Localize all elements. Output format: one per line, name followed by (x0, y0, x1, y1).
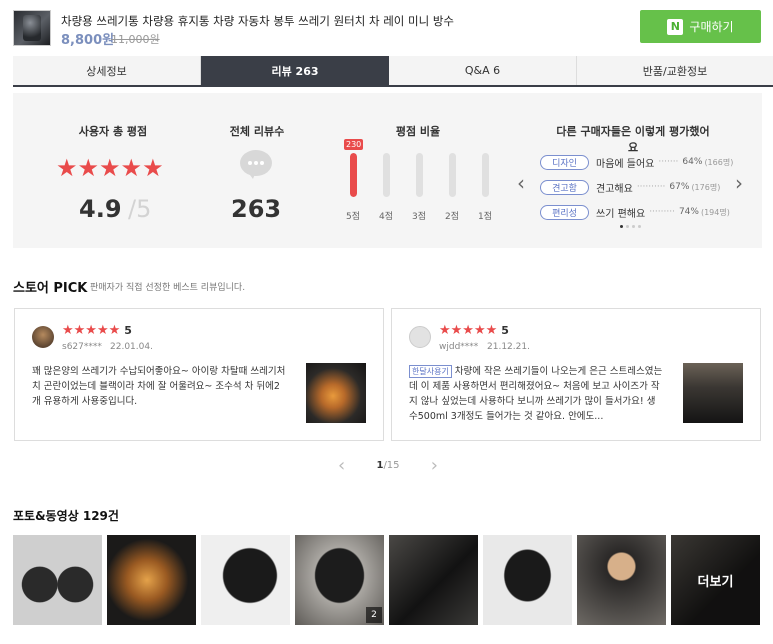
buy-button[interactable]: N 구매하기 (640, 10, 761, 43)
pick-review-card[interactable]: ★★★★★ 5 wjdd**** 21.12.21. 한달사용기 차량에 작은 쓰… (391, 308, 761, 441)
rating-bar (350, 153, 357, 197)
page-indicator: 1/15 (376, 460, 399, 471)
dotted-leader: ········· (649, 207, 675, 217)
avg-rating-label: 사용자 총 평점 (78, 125, 148, 138)
naver-pay-icon: N (667, 18, 684, 35)
review-date: 21.12.21. (487, 342, 530, 352)
evaluation-row: 견고함 견고해요 ·········· 67% (176명) (540, 179, 720, 195)
avg-rating-max: /5 (128, 195, 152, 223)
gallery-photo[interactable] (389, 535, 478, 625)
tab-qna[interactable]: Q&A 6 (389, 56, 577, 85)
speech-bubble-icon (240, 150, 272, 179)
review-date: 22.01.04. (110, 342, 153, 352)
rating-bar-label: 1점 (477, 212, 492, 222)
evaluation-text: 견고해요 (596, 183, 633, 195)
gallery-photo[interactable]: 2 (295, 535, 384, 625)
gallery-photo[interactable] (201, 535, 290, 625)
product-header: 차량용 쓰레기통 차량용 휴지통 차량 자동차 봉투 쓰레기 원터치 차 레이 … (0, 0, 773, 56)
review-count-label: 전체 리뷰수 (229, 125, 285, 138)
avg-rating-stars: ★★★★★ (56, 156, 164, 180)
gallery-photo[interactable] (13, 535, 102, 625)
rating-bar-label: 2점 (444, 212, 459, 222)
review-user: wjdd**** (439, 342, 479, 352)
gallery-photo[interactable] (107, 535, 196, 625)
gallery-photo[interactable] (577, 535, 666, 625)
evaluation-percent: 64% (682, 157, 703, 167)
review-text: 꽤 많은양의 쓰레기가 수납되어좋아요~ 아이랑 차탈때 쓰레기처치 곤란이었는… (32, 366, 286, 407)
store-pick-title: 스토어 PICK (13, 281, 88, 296)
evaluation-text: 마음에 들어요 (596, 158, 655, 170)
star-icons: ★★★★★ (439, 323, 498, 338)
review-option-tag: 한달사용기 (409, 365, 452, 378)
review-photo[interactable] (683, 363, 743, 423)
evaluation-percent: 67% (669, 182, 690, 192)
photo-video-title: 포토&동영상 129건 (13, 509, 119, 523)
photo-count-badge: 2 (366, 607, 382, 623)
rating-bar-label: 5점 (345, 212, 360, 222)
chevron-right-icon[interactable]: › (735, 173, 743, 193)
pick-review-card[interactable]: ★★★★★ 5 s627**** 22.01.04. 꽤 많은양의 쓰레기가 수… (14, 308, 384, 441)
tab-reviews[interactable]: 리뷰 263 (201, 56, 389, 85)
review-score: 5 (124, 324, 132, 337)
evaluation-count: (176명) (691, 182, 721, 192)
carousel-dots[interactable] (620, 225, 641, 228)
product-original-price: 11,000원 (111, 33, 160, 46)
chevron-left-icon[interactable]: ‹ (517, 173, 525, 193)
evaluation-text: 쓰기 편해요 (596, 208, 646, 220)
product-price: 8,800원 (61, 33, 115, 48)
chevron-left-icon[interactable]: ‹ (338, 455, 345, 476)
rating-ratio-label: 평점 비율 (395, 125, 441, 138)
rating-bar (416, 153, 423, 197)
avatar (32, 326, 54, 348)
store-pick-subtitle: 판매자가 직접 선정한 베스트 리뷰입니다. (90, 283, 246, 293)
review-summary: 사용자 총 평점 ★★★★★ 4.9 /5 전체 리뷰수 263 평점 비율 2… (13, 93, 762, 248)
chevron-right-icon[interactable]: › (431, 455, 438, 476)
evaluation-row: 디자인 마음에 들어요 ······· 64% (166명) (540, 154, 733, 170)
evaluation-count: (194명) (700, 207, 730, 217)
tab-detail[interactable]: 상세정보 (13, 56, 201, 85)
evaluation-percent: 74% (678, 207, 699, 217)
dotted-leader: ·········· (636, 182, 666, 192)
evaluation-tag: 편리성 (540, 204, 589, 220)
star-icons: ★★★★★ (56, 154, 164, 182)
rating-bar-fill (350, 153, 357, 197)
photo-gallery: 2 더보기 (13, 535, 760, 625)
gallery-photo[interactable] (483, 535, 572, 625)
dotted-leader: ······· (658, 157, 679, 167)
product-tabs: 상세정보 리뷰 263 Q&A 6 반품/교환정보 (13, 56, 773, 87)
review-score: 5 (501, 324, 509, 337)
star-icons: ★★★★★ (62, 323, 121, 338)
review-text: 한달사용기 차량에 작은 쓰레기들이 나오는게 은근 스트레스였는데 이 제품 사… (409, 364, 664, 424)
tab-return-info[interactable]: 반품/교환정보 (577, 56, 773, 85)
rating-bar-label: 3점 (411, 212, 426, 222)
product-thumbnail[interactable] (13, 10, 51, 46)
evaluation-row: 편리성 쓰기 편해요 ········· 74% (194명) (540, 204, 730, 220)
rating-bar-label: 4점 (378, 212, 393, 222)
review-user: s627**** (62, 342, 102, 352)
evaluation-count: (166명) (704, 157, 734, 167)
other-buyers-label: 다른 구매자들은 이렇게 평가했어요 (556, 125, 710, 154)
gallery-photo-more[interactable]: 더보기 (671, 535, 760, 625)
pick-pagination: ‹ 1/15 › (338, 455, 438, 476)
evaluation-tag: 디자인 (540, 154, 589, 170)
review-rating: ★★★★★ 5 (439, 324, 509, 337)
buy-button-label: 구매하기 (689, 20, 734, 34)
rating-count-badge: 230 (344, 139, 364, 150)
review-count-value: 263 (231, 195, 282, 223)
rating-bar (449, 153, 456, 197)
rating-bar (482, 153, 489, 197)
avatar (409, 326, 431, 348)
evaluation-tag: 견고함 (540, 179, 589, 195)
more-button[interactable]: 더보기 (671, 535, 760, 625)
review-rating: ★★★★★ 5 (62, 324, 132, 337)
review-photo[interactable] (306, 363, 366, 423)
rating-bar (383, 153, 390, 197)
avg-rating-value: 4.9 (79, 195, 122, 223)
product-title[interactable]: 차량용 쓰레기통 차량용 휴지통 차량 자동차 봉투 쓰레기 원터치 차 레이 … (61, 13, 454, 29)
page-total: /15 (383, 460, 400, 471)
